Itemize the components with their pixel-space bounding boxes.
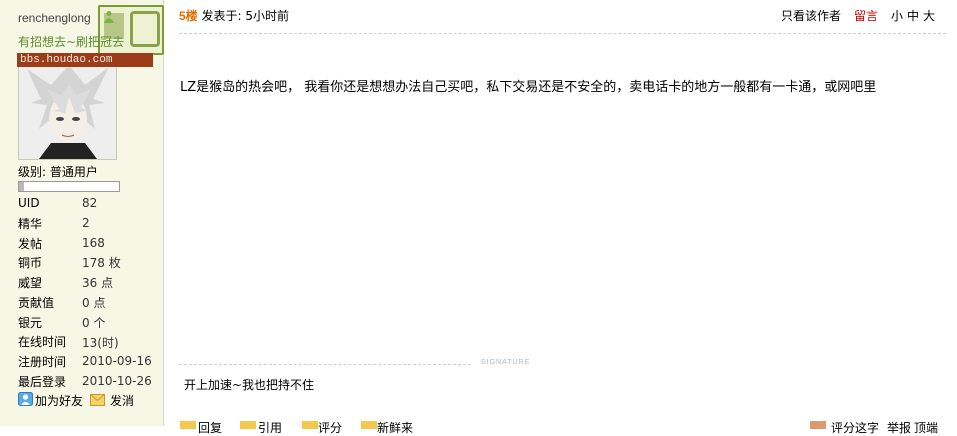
level-label: 级别:	[18, 165, 47, 179]
floor-number[interactable]: 5楼	[179, 9, 198, 23]
stat-digest-label: 精华	[18, 217, 43, 231]
stat-silver-value: 0 个	[82, 316, 106, 330]
level-value: 普通用户	[49, 165, 98, 179]
stat-uid-label: UID	[18, 196, 40, 210]
rate-link[interactable]: 评分	[318, 419, 342, 436]
stat-copper-label: 铜币	[18, 256, 43, 270]
send-message-icon[interactable]	[90, 393, 105, 407]
stat-prestige-value: 36 点	[82, 276, 114, 290]
level-progress-fill	[19, 182, 24, 191]
username-link[interactable]: renchenglong	[18, 11, 91, 25]
reply-link[interactable]: 回复	[198, 419, 222, 436]
add-friend-link[interactable]: 加为好友	[35, 392, 83, 409]
only-author-link[interactable]: 只看该作者	[781, 7, 841, 24]
add-friend-icon[interactable]	[18, 392, 33, 406]
quote-icon[interactable]	[240, 421, 256, 429]
comment-link[interactable]: 留言	[854, 7, 878, 24]
signature-text: 开上加速~我也把持不住	[184, 378, 315, 392]
user-title: 有招想去~刷把冠去	[18, 35, 125, 49]
stat-posts-value: 168	[82, 236, 105, 250]
stat-silver-label: 银元	[18, 316, 43, 330]
user-sidebar: renchenglong 有招想去~刷把冠去 bbs.houdao.com 级别…	[0, 0, 164, 426]
quote-link[interactable]: 引用	[258, 419, 282, 436]
stat-posts-label: 发帖	[18, 237, 43, 251]
signature-divider	[179, 364, 471, 365]
font-medium-link[interactable]: 中	[907, 7, 919, 24]
signature-label: SIGNATURE	[481, 359, 531, 366]
stat-prestige-label: 威望	[18, 276, 43, 290]
stat-contribution-label: 贡献值	[18, 296, 55, 310]
site-url-watermark: bbs.houdao.com	[17, 53, 153, 67]
header-divider	[179, 33, 946, 34]
stat-digest-value: 2	[82, 216, 90, 230]
stat-online-time-label: 在线时间	[18, 335, 67, 349]
stat-last-login-value: 2010-10-26	[82, 374, 152, 388]
reply-icon[interactable]	[180, 421, 196, 429]
stat-copper-value: 178 枚	[82, 256, 121, 270]
avatar-image	[19, 59, 116, 159]
post-content: LZ是猴岛的热会吧， 我看你还是想想办法自己买吧，私下交易还是不安全的，卖电话卡…	[180, 80, 877, 95]
rate-hint-text: 评分这字	[831, 421, 880, 435]
post-meta: 5楼 发表于: 5小时前	[179, 7, 289, 24]
posted-time: 发表于: 5小时前	[201, 9, 290, 23]
rate-hint-icon	[810, 421, 826, 429]
rate-icon[interactable]	[302, 421, 318, 429]
level-progress-bar	[18, 181, 120, 192]
report-link[interactable]: 举报	[887, 419, 911, 436]
new-post-icon[interactable]	[361, 421, 377, 429]
avatar[interactable]	[18, 58, 117, 160]
stat-uid-value: 82	[82, 196, 98, 210]
stat-last-login-label: 最后登录	[18, 375, 67, 389]
font-large-link[interactable]: 大	[923, 7, 935, 24]
stat-register-date-label: 注册时间	[18, 355, 67, 369]
top-link[interactable]: 顶端	[914, 419, 938, 436]
new-post-link[interactable]: 新鲜来	[377, 419, 413, 436]
stat-contribution-value: 0 点	[82, 296, 106, 310]
level-row: 级别: 普通用户	[18, 163, 98, 180]
stat-register-date-value: 2010-09-16	[82, 354, 152, 368]
font-small-link[interactable]: 小	[891, 7, 903, 24]
online-status-icon	[104, 11, 114, 23]
stat-online-time-value: 13(时)	[82, 336, 119, 350]
send-message-link[interactable]: 发消	[110, 392, 134, 409]
